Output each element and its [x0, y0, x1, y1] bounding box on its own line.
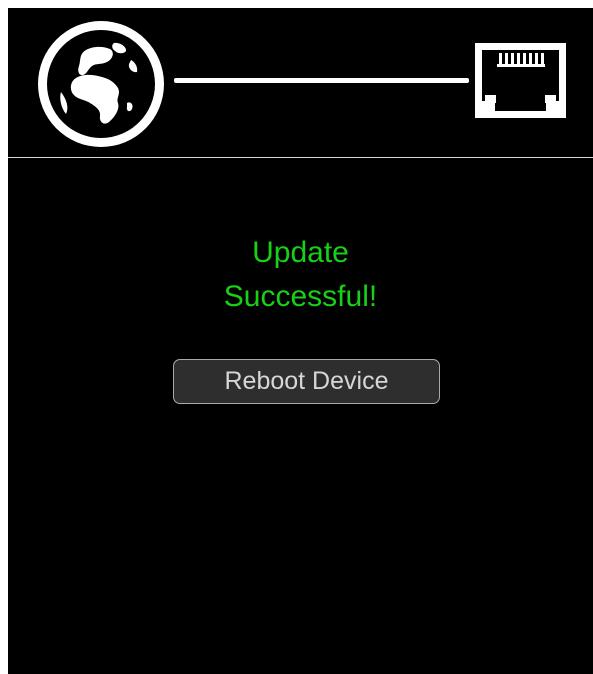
connection-line [174, 78, 469, 83]
reboot-device-button[interactable]: Reboot Device [173, 359, 440, 404]
status-message-line-2: Successful! [223, 280, 378, 313]
device-screen: Update Successful! Reboot Device [8, 8, 593, 674]
ethernet-port-icon [475, 43, 566, 118]
status-message-line-1: Update [252, 236, 349, 269]
header-divider [8, 157, 593, 158]
connection-status-header [8, 8, 593, 158]
globe-icon [38, 21, 164, 147]
